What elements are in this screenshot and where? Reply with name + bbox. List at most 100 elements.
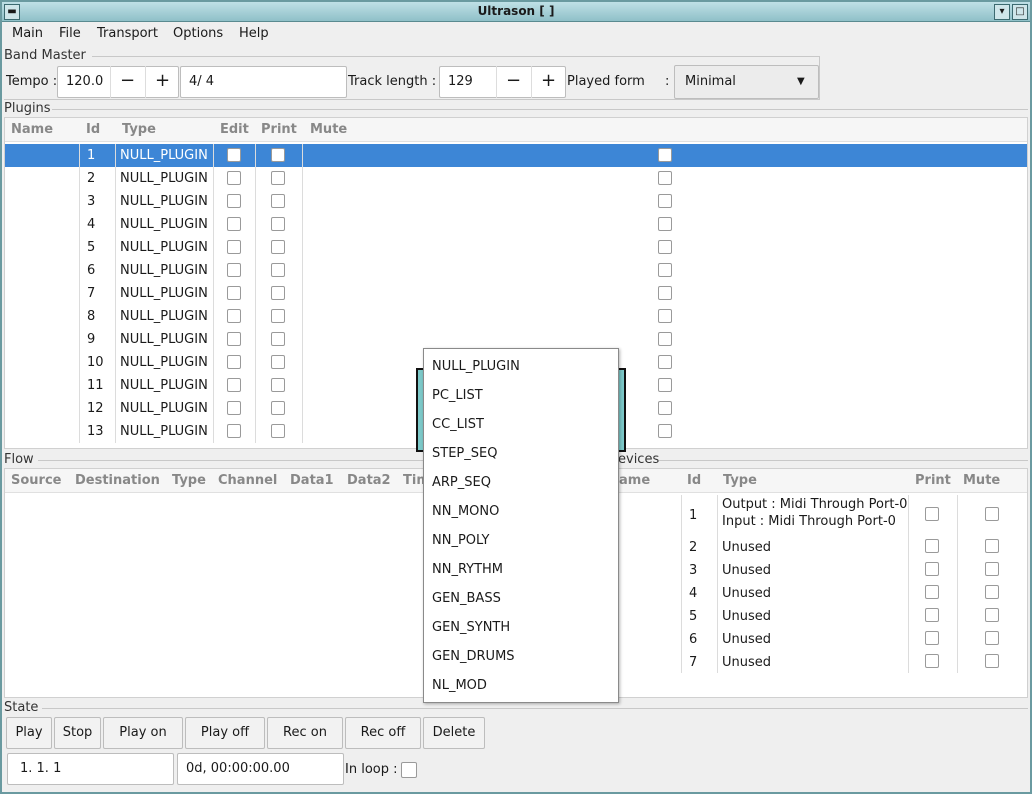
device-mute-checkbox[interactable] — [985, 631, 999, 645]
plugin-type[interactable]: NULL_PLUGIN — [120, 355, 208, 370]
title-bar[interactable]: Ultrason [ ] ▬ ▾ □ — [2, 2, 1030, 22]
popup-menu-item[interactable]: NL_MOD — [432, 678, 487, 693]
plugin-mute-checkbox[interactable] — [658, 355, 672, 369]
menu-options[interactable]: Options — [173, 26, 223, 41]
table-row[interactable]: 4 NULL_PLUGIN — [5, 213, 1027, 236]
device-print-checkbox[interactable] — [925, 631, 939, 645]
plugin-edit-checkbox[interactable] — [227, 148, 241, 162]
plugin-type[interactable]: NULL_PLUGIN — [120, 332, 208, 347]
flow-header-source[interactable]: Source — [11, 473, 61, 488]
devices-header-print[interactable]: Print — [915, 473, 951, 488]
table-row[interactable]: 3 Unused — [615, 558, 1027, 581]
in-loop-checkbox[interactable] — [401, 762, 417, 778]
flow-header-data2[interactable]: Data2 — [347, 473, 391, 488]
popup-menu-item[interactable]: STEP_SEQ — [432, 446, 497, 461]
plugin-print-checkbox[interactable] — [271, 286, 285, 300]
plugins-header-type[interactable]: Type — [122, 122, 156, 137]
plugin-type[interactable]: NULL_PLUGIN — [120, 240, 208, 255]
plugin-mute-checkbox[interactable] — [658, 148, 672, 162]
menu-transport[interactable]: Transport — [97, 26, 158, 41]
popup-menu-item[interactable]: CC_LIST — [432, 417, 484, 432]
devices-header-type[interactable]: Type — [723, 473, 757, 488]
plugin-edit-checkbox[interactable] — [227, 286, 241, 300]
table-row[interactable]: 1 Output : Midi Through Port-0 Input : Mid… — [615, 495, 1027, 535]
table-row[interactable]: 7 Unused — [615, 650, 1027, 673]
tempo-minus-button[interactable]: − — [110, 66, 144, 98]
plugin-edit-checkbox[interactable] — [227, 332, 241, 346]
plugin-mute-checkbox[interactable] — [658, 424, 672, 438]
plugin-mute-checkbox[interactable] — [658, 217, 672, 231]
device-mute-checkbox[interactable] — [985, 654, 999, 668]
tempo-spinbox[interactable]: 120.0 − + — [57, 66, 179, 98]
plugin-print-checkbox[interactable] — [271, 309, 285, 323]
plugin-mute-checkbox[interactable] — [658, 332, 672, 346]
plugin-mute-checkbox[interactable] — [658, 286, 672, 300]
track-length-plus-button[interactable]: + — [531, 66, 565, 98]
played-form-dropdown[interactable]: Minimal ▼ — [674, 65, 819, 99]
plugin-type[interactable]: NULL_PLUGIN — [120, 171, 208, 186]
device-mute-checkbox[interactable] — [985, 539, 999, 553]
signature-field[interactable]: 4/ 4 — [180, 66, 347, 98]
flow-header-type[interactable]: Type — [172, 473, 206, 488]
popup-menu-item[interactable]: NN_POLY — [432, 533, 489, 548]
plugins-header-print[interactable]: Print — [261, 122, 297, 137]
plugin-type[interactable]: NULL_PLUGIN — [120, 194, 208, 209]
popup-menu-item[interactable]: NN_MONO — [432, 504, 499, 519]
plugin-edit-checkbox[interactable] — [227, 309, 241, 323]
track-length-spinbox[interactable]: 129 − + — [439, 66, 566, 98]
popup-menu-item[interactable]: GEN_SYNTH — [432, 620, 510, 635]
stop-button[interactable]: Stop — [54, 717, 101, 749]
plugin-print-checkbox[interactable] — [271, 401, 285, 415]
plugin-print-checkbox[interactable] — [271, 332, 285, 346]
table-row[interactable]: 4 Unused — [615, 581, 1027, 604]
play-on-button[interactable]: Play on — [103, 717, 183, 749]
popup-menu-item[interactable]: GEN_DRUMS — [432, 649, 515, 664]
play-off-button[interactable]: Play off — [185, 717, 265, 749]
plugin-mute-checkbox[interactable] — [658, 194, 672, 208]
table-row[interactable]: 5 NULL_PLUGIN — [5, 236, 1027, 259]
plugin-type[interactable]: NULL_PLUGIN — [120, 309, 208, 324]
window-menu-button[interactable]: ▬ — [4, 4, 20, 20]
plugin-type[interactable]: NULL_PLUGIN — [120, 378, 208, 393]
device-print-checkbox[interactable] — [925, 507, 939, 521]
devices-header-mute[interactable]: Mute — [963, 473, 1000, 488]
plugin-type[interactable]: NULL_PLUGIN — [120, 424, 208, 439]
plugin-edit-checkbox[interactable] — [227, 171, 241, 185]
plugin-type[interactable]: NULL_PLUGIN — [120, 217, 208, 232]
device-mute-checkbox[interactable] — [985, 507, 999, 521]
popup-menu-item[interactable]: PC_LIST — [432, 388, 483, 403]
plugin-edit-checkbox[interactable] — [227, 240, 241, 254]
popup-menu-item[interactable]: NN_RYTHM — [432, 562, 503, 577]
plugin-type[interactable]: NULL_PLUGIN — [120, 148, 208, 163]
tempo-plus-button[interactable]: + — [145, 66, 179, 98]
plugin-edit-checkbox[interactable] — [227, 401, 241, 415]
plugins-header-edit[interactable]: Edit — [220, 122, 249, 137]
devices-header-id[interactable]: Id — [687, 473, 701, 488]
position-field[interactable]: 1. 1. 1 — [7, 753, 174, 785]
popup-menu-item[interactable]: ARP_SEQ — [432, 475, 491, 490]
table-row[interactable]: 6 NULL_PLUGIN — [5, 259, 1027, 282]
popup-menu-item[interactable]: GEN_BASS — [432, 591, 501, 606]
plugins-header-name[interactable]: Name — [11, 122, 53, 137]
menu-file[interactable]: File — [59, 26, 81, 41]
plugin-type[interactable]: NULL_PLUGIN — [120, 401, 208, 416]
plugins-header-mute[interactable]: Mute — [310, 122, 347, 137]
plugin-mute-checkbox[interactable] — [658, 309, 672, 323]
minimize-button[interactable]: ▾ — [994, 4, 1010, 20]
plugin-print-checkbox[interactable] — [271, 217, 285, 231]
plugin-mute-checkbox[interactable] — [658, 240, 672, 254]
plugin-mute-checkbox[interactable] — [658, 263, 672, 277]
plugin-print-checkbox[interactable] — [271, 424, 285, 438]
plugin-mute-checkbox[interactable] — [658, 171, 672, 185]
table-row[interactable]: 5 Unused — [615, 604, 1027, 627]
plugin-mute-checkbox[interactable] — [658, 401, 672, 415]
device-mute-checkbox[interactable] — [985, 585, 999, 599]
device-mute-checkbox[interactable] — [985, 608, 999, 622]
plugin-type-popup[interactable]: NULL_PLUGIN PC_LIST CC_LIST STEP_SEQ ARP_SEQ… — [423, 348, 619, 703]
devices-header-name[interactable]: ame — [619, 473, 650, 488]
time-field[interactable]: 0d, 00:00:00.00 — [177, 753, 344, 785]
menu-help[interactable]: Help — [239, 26, 269, 41]
maximize-button[interactable]: □ — [1012, 4, 1028, 20]
plugin-print-checkbox[interactable] — [271, 171, 285, 185]
device-print-checkbox[interactable] — [925, 654, 939, 668]
